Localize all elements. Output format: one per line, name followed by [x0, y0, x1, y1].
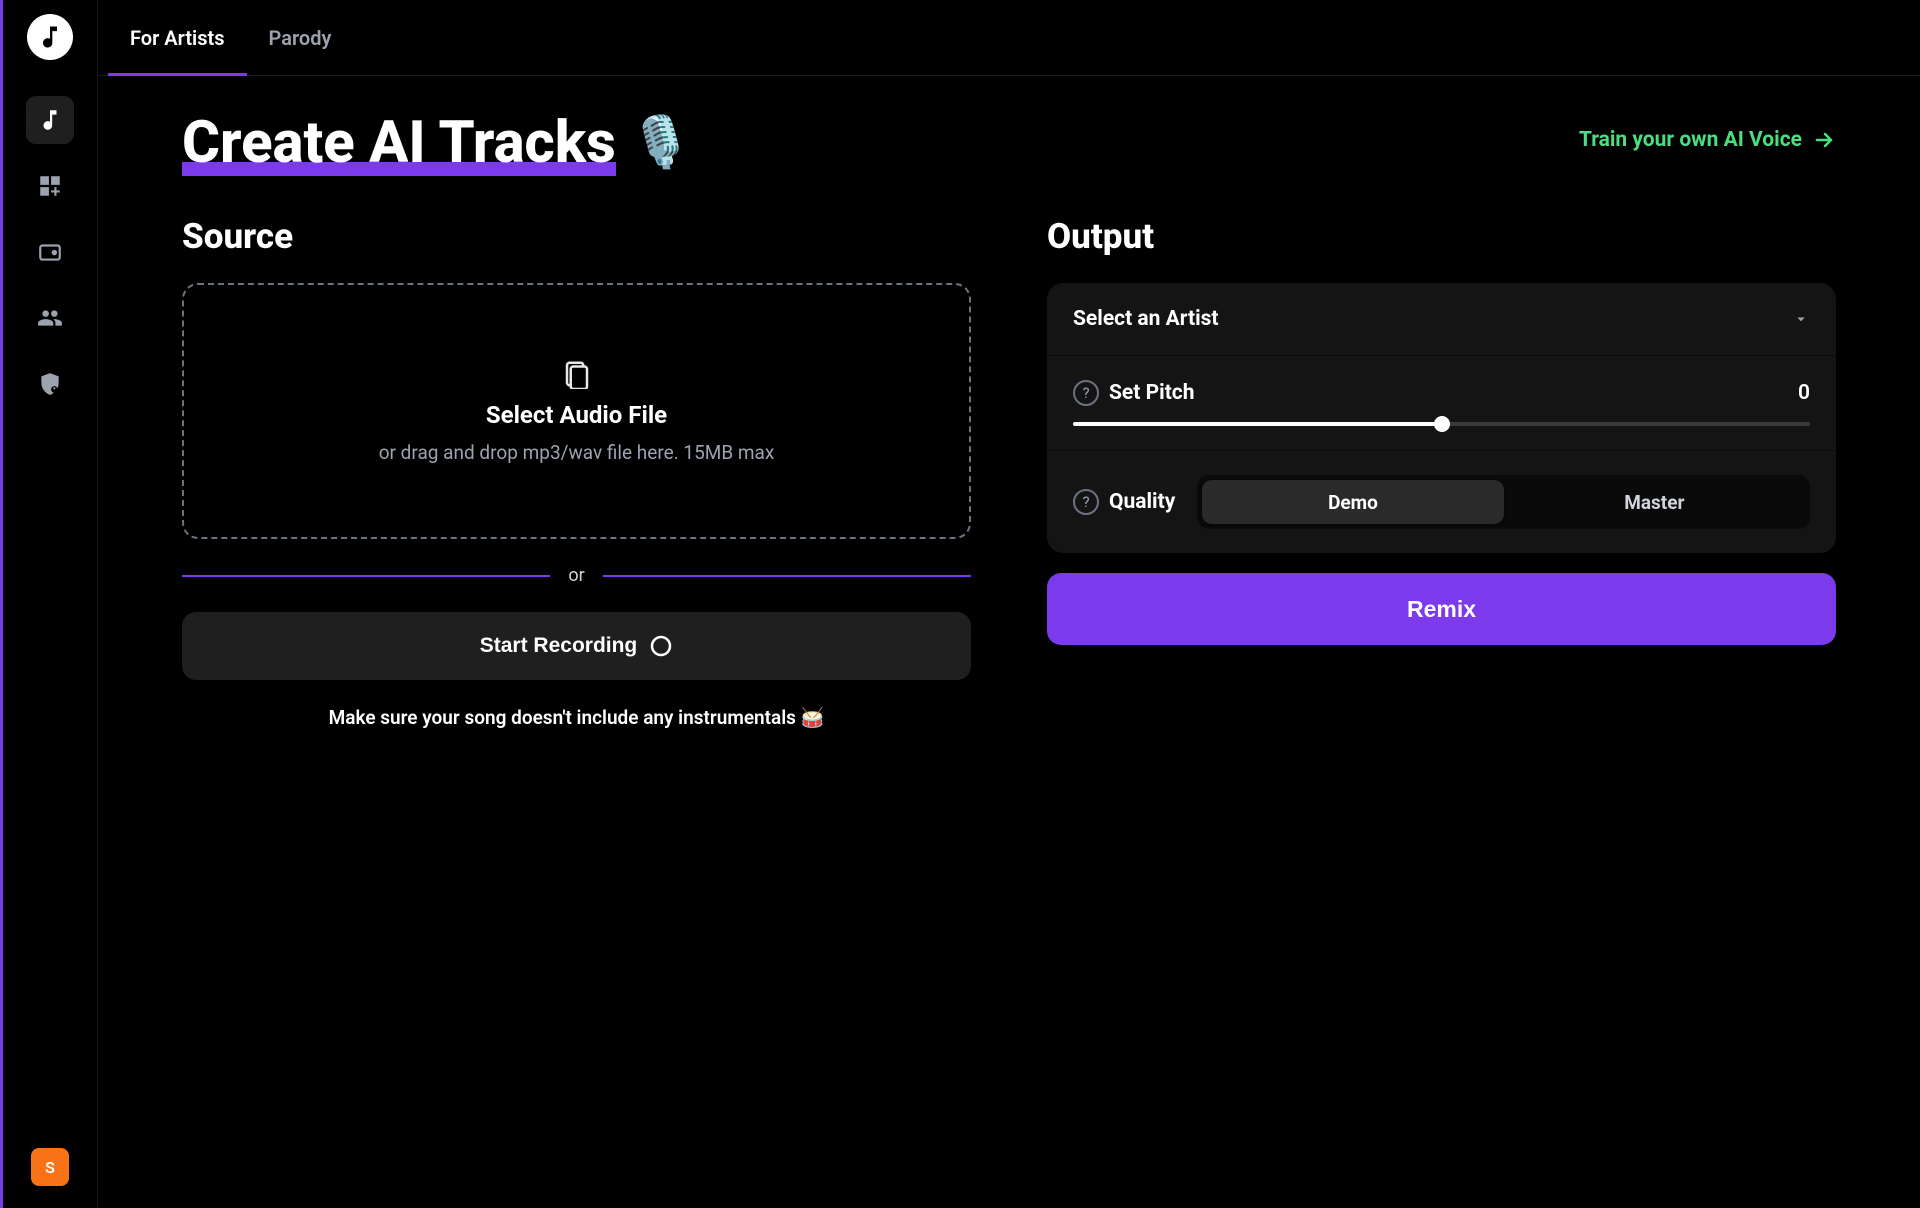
record-circle-icon [649, 634, 673, 658]
grid-add-icon [37, 173, 63, 199]
remix-button[interactable]: Remix [1047, 573, 1836, 645]
tab-label: Parody [269, 26, 332, 50]
train-link-text: Train your own AI Voice [1579, 128, 1802, 152]
divider-line [182, 575, 550, 577]
train-voice-link[interactable]: Train your own AI Voice [1579, 128, 1836, 152]
columns: Source Select Audio File or drag and dro… [182, 216, 1836, 729]
divider-line [603, 575, 971, 577]
pitch-value: 0 [1798, 381, 1810, 405]
page-content: Create AI Tracks 🎙️ Train your own AI Vo… [98, 76, 1920, 1208]
output-title: Output [1047, 216, 1836, 257]
source-title: Source [182, 216, 971, 257]
segment-label: Demo [1328, 491, 1378, 514]
main-content: For Artists Parody Create AI Tracks 🎙️ T… [98, 0, 1920, 1208]
card-icon [37, 239, 63, 265]
artist-select[interactable]: Select an Artist [1047, 283, 1836, 355]
record-button-label: Start Recording [480, 634, 638, 658]
accent-strip [0, 0, 3, 1208]
quality-section: ? Quality Demo Master [1047, 450, 1836, 553]
pitch-label: Set Pitch [1109, 381, 1195, 405]
tab-label: For Artists [130, 26, 225, 50]
audio-dropzone[interactable]: Select Audio File or drag and drop mp3/w… [182, 283, 971, 539]
page-header: Create AI Tracks 🎙️ Train your own AI Vo… [182, 114, 1836, 172]
audio-file-icon [562, 359, 592, 389]
remix-button-label: Remix [1407, 596, 1476, 622]
music-note-icon [37, 107, 63, 133]
arrow-right-icon [1812, 128, 1836, 152]
app-logo[interactable] [27, 14, 73, 60]
microphone-icon: 🎙️ [630, 118, 692, 168]
dropzone-title: Select Audio File [486, 401, 667, 429]
instrumentals-hint: Make sure your song doesn't include any … [182, 706, 971, 729]
page-title-text: Create AI Tracks [182, 114, 616, 172]
quality-label-group: ? Quality [1073, 489, 1175, 515]
artist-select-label: Select an Artist [1073, 307, 1219, 331]
caret-down-icon [1792, 310, 1810, 328]
sidebar-nav [26, 96, 74, 408]
pitch-section: ? Set Pitch 0 [1047, 355, 1836, 450]
or-divider: or [182, 565, 971, 586]
tab-for-artists[interactable]: For Artists [108, 0, 247, 76]
start-recording-button[interactable]: Start Recording [182, 612, 971, 680]
nav-privacy[interactable] [26, 360, 74, 408]
page-title: Create AI Tracks 🎙️ [182, 114, 692, 172]
help-icon[interactable]: ? [1073, 489, 1099, 515]
help-icon[interactable]: ? [1073, 380, 1099, 406]
source-column: Source Select Audio File or drag and dro… [182, 216, 971, 729]
output-column: Output Select an Artist ? Set Pitch 0 [1047, 216, 1836, 729]
avatar-letter: S [45, 1158, 55, 1177]
shield-person-icon [37, 371, 63, 397]
quality-label: Quality [1109, 490, 1175, 514]
slider-fill [1073, 422, 1442, 426]
quality-master[interactable]: Master [1504, 480, 1805, 524]
output-panel: Select an Artist ? Set Pitch 0 [1047, 283, 1836, 553]
quality-segmented: Demo Master [1197, 475, 1810, 529]
nav-dashboard[interactable] [26, 162, 74, 210]
sidebar: S [3, 0, 98, 1208]
nav-community[interactable] [26, 294, 74, 342]
slider-thumb[interactable] [1434, 416, 1450, 432]
dropzone-subtitle: or drag and drop mp3/wav file here. 15MB… [379, 441, 775, 464]
music-note-icon [36, 23, 64, 51]
quality-demo[interactable]: Demo [1202, 480, 1503, 524]
top-tabs: For Artists Parody [98, 0, 1920, 76]
nav-wallet[interactable] [26, 228, 74, 276]
divider-text: or [568, 565, 584, 586]
segment-label: Master [1624, 491, 1684, 514]
pitch-label-group: ? Set Pitch [1073, 380, 1195, 406]
pitch-slider[interactable] [1073, 422, 1810, 426]
nav-create[interactable] [26, 96, 74, 144]
tab-parody[interactable]: Parody [247, 0, 354, 76]
user-avatar[interactable]: S [31, 1148, 69, 1186]
users-icon [37, 305, 63, 331]
